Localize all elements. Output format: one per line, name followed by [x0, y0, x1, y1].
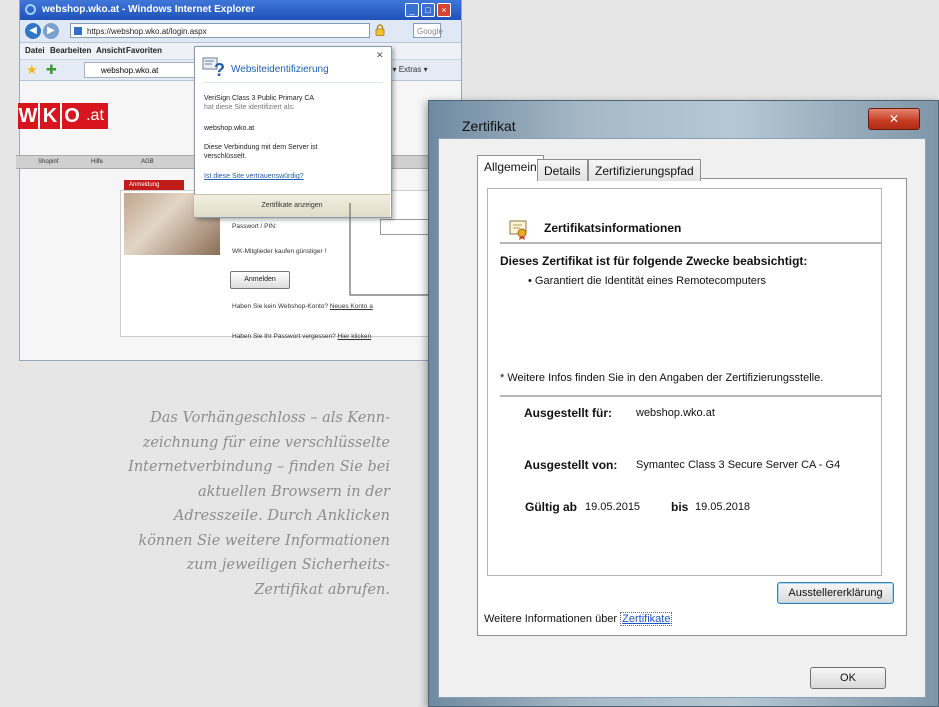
close-window-button[interactable]: ×	[437, 3, 451, 17]
browser-titlebar: webshop.wko.at - Windows Internet Explor…	[20, 0, 461, 20]
divider	[204, 82, 382, 83]
page-favicon-icon	[74, 27, 82, 35]
more-info-text: Weitere Informationen über Zertifikate	[484, 612, 673, 626]
popup-trust-link[interactable]: Ist diese Site vertrauenswürdig?	[204, 172, 304, 181]
popup-close-icon[interactable]: ✕	[376, 50, 384, 61]
dialog-close-button[interactable]: ✕	[868, 108, 920, 130]
valid-from-value: 19.05.2015	[585, 501, 641, 513]
certificate-info-title: Zertifikatsinformationen	[544, 221, 682, 235]
nav-hilfe[interactable]: Hilfe	[91, 156, 103, 168]
back-button[interactable]: ◀	[25, 23, 41, 39]
issued-by-label: Ausgestellt von:	[524, 458, 618, 472]
browser-address-row: ◀ ▶ https://webshop.wko.at/login.aspx	[20, 20, 461, 43]
question-certificate-icon: ?	[202, 57, 225, 78]
minimize-button[interactable]: _	[405, 3, 419, 17]
issued-by-value: Symantec Class 3 Secure Server CA - G4	[636, 459, 841, 471]
certificate-purpose-item: • Garantiert die Identität eines Remotec…	[528, 275, 767, 287]
divider	[500, 242, 882, 244]
certificates-link[interactable]: Zertifikate	[620, 612, 673, 626]
add-favorite-icon[interactable]: ✚	[46, 63, 57, 77]
popup-encrypted-line2: verschlüsselt.	[204, 153, 247, 160]
valid-from-label: Gültig ab	[525, 500, 577, 514]
valid-to-value: 19.05.2018	[695, 501, 751, 513]
valid-to-label: bis	[671, 500, 689, 514]
browser-tab[interactable]: webshop.wko.at	[84, 62, 204, 78]
new-account-link[interactable]: Neues Konto a	[330, 303, 373, 310]
divider	[500, 395, 882, 397]
issuer-statement-button[interactable]: Ausstellererklärung	[777, 582, 894, 604]
maximize-button[interactable]: □	[421, 3, 435, 17]
figure-caption: Das Vorhängeschloss – als Kenn- zeichnun…	[128, 410, 390, 598]
certificate-purpose-title: Dieses Zertifikat ist für folgende Zweck…	[500, 254, 808, 268]
popup-encrypted-line1: Diese Verbindung mit dem Server ist	[204, 144, 318, 151]
certificate-icon	[509, 220, 527, 240]
popup-site: webshop.wko.at	[204, 125, 255, 132]
issued-to-label: Ausgestellt für:	[524, 406, 613, 420]
login-section-tab: Anmeldung	[124, 180, 184, 190]
menu-bearbeiten[interactable]: Bearbeiten	[50, 43, 91, 59]
popup-issuer: VeriSign Class 3 Public Primary CA	[204, 95, 315, 102]
search-input[interactable]: Google	[413, 23, 443, 38]
login-button[interactable]: Anmelden	[230, 271, 290, 289]
forward-button[interactable]: ▶	[43, 23, 59, 39]
address-url: https://webshop.wko.at/login.aspx	[87, 27, 207, 36]
nav-shopinf[interactable]: Shopinf	[38, 156, 58, 168]
issued-to-value: webshop.wko.at	[636, 407, 715, 419]
browser-tab-label: webshop.wko.at	[101, 66, 159, 75]
tab-zertifizierungspfad[interactable]: Zertifizierungspfad	[588, 159, 701, 181]
certificate-dialog-title: Zertifikat	[462, 118, 516, 134]
padlock-icon[interactable]	[375, 24, 385, 36]
favorites-star-icon[interactable]: ★	[26, 63, 38, 77]
address-bar[interactable]: https://webshop.wko.at/login.aspx	[70, 23, 370, 38]
popup-issuer-note: hat diese Site identifiziert als:	[204, 104, 295, 111]
ok-button[interactable]: OK	[810, 667, 886, 689]
browser-window-title: webshop.wko.at - Windows Internet Explor…	[42, 4, 255, 15]
internet-explorer-icon	[25, 4, 36, 15]
menu-datei[interactable]: Datei	[25, 43, 45, 59]
tab-details[interactable]: Details	[537, 159, 588, 181]
tab-allgemein[interactable]: Allgemein	[477, 155, 544, 179]
password-label: Passwort / PIN:	[232, 223, 277, 230]
no-account-text: Haben Sie kein Webshop-Konto? Neues Kont…	[232, 303, 373, 310]
site-id-title: Websiteidentifizierung	[231, 64, 329, 75]
member-hint: WK-Mitglieder kaufen günstiger !	[232, 248, 327, 255]
menu-ansicht[interactable]: Ansicht	[96, 43, 125, 59]
forgot-password-link[interactable]: Hier klicken	[338, 333, 372, 340]
show-certificates-button[interactable]: Zertifikate anzeigen	[194, 194, 390, 217]
menu-favoriten[interactable]: Favoriten	[126, 43, 162, 59]
certificate-note: * Weitere Infos finden Sie in den Angabe…	[500, 372, 824, 384]
svg-text:?: ?	[214, 60, 225, 78]
forgot-password-text: Haben Sie Ihr Passwort vergessen? Hier k…	[232, 333, 372, 340]
nav-agb[interactable]: AGB	[141, 156, 154, 168]
